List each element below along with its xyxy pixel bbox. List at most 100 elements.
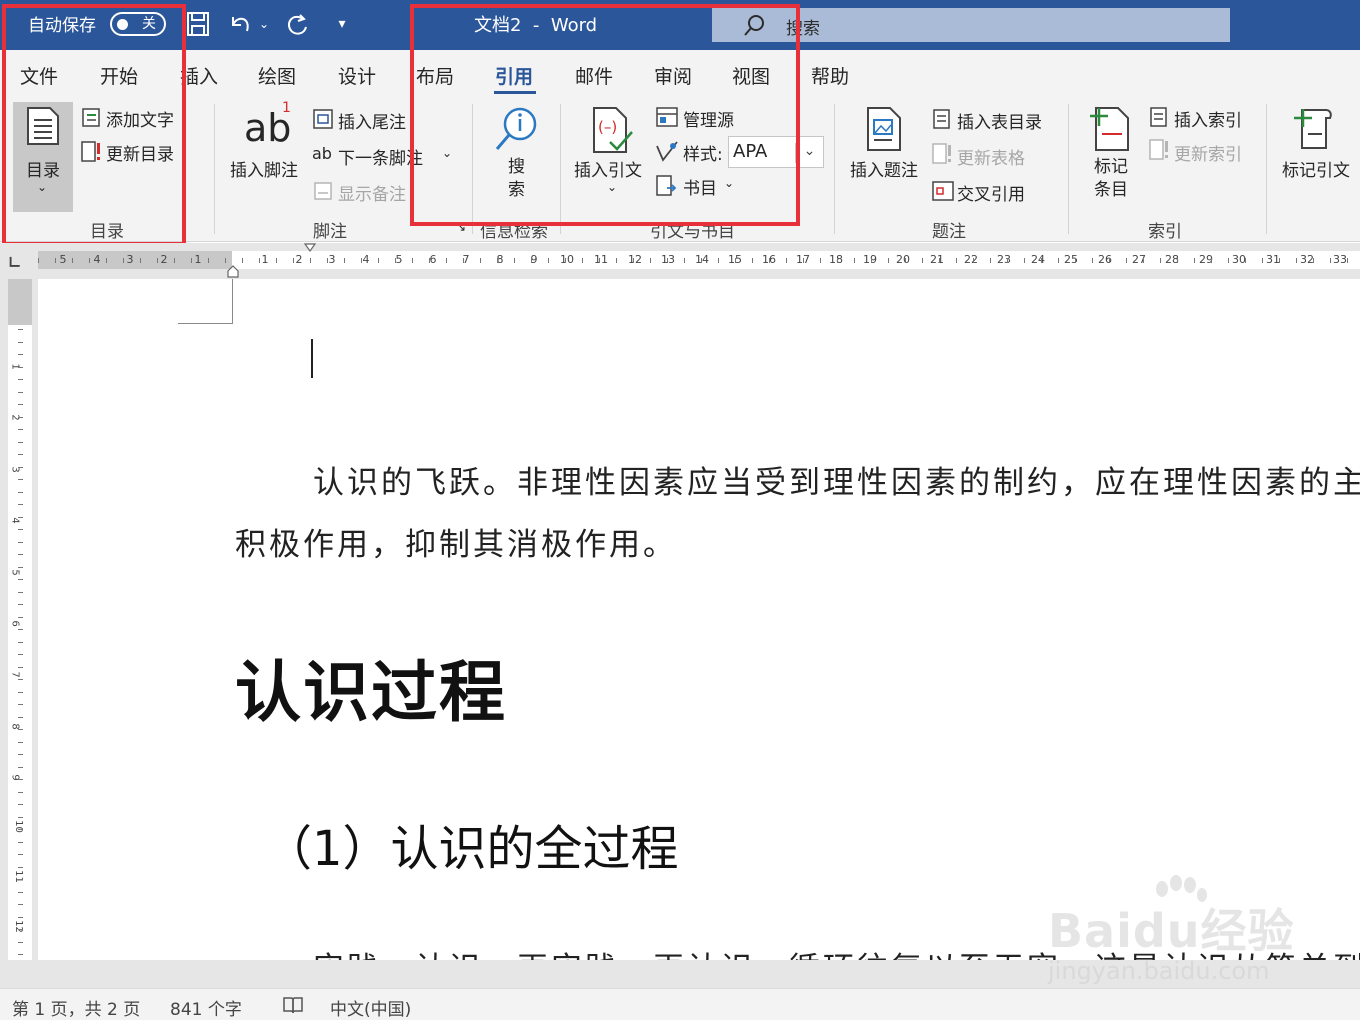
update-table-icon <box>932 143 951 164</box>
tab-references[interactable]: 引用 <box>495 62 533 89</box>
update-index-button[interactable]: 更新索引 <box>1174 140 1242 165</box>
vertical-ruler[interactable]: 1 2 3 4 5 6 7 8 9 10 11 12 <box>0 279 38 960</box>
search-icon <box>744 15 764 36</box>
group-label-research: 信息检索 <box>480 222 548 242</box>
cross-reference-button[interactable]: 交叉引用 <box>957 180 1025 205</box>
ruler-tick <box>548 258 549 263</box>
ruler-tick <box>18 866 23 868</box>
citation-style-value: APA <box>733 141 768 162</box>
update-table-button[interactable]: 更新表格 <box>957 144 1025 169</box>
ruler-tick <box>18 329 23 330</box>
autosave-state: 关 <box>142 16 156 32</box>
body-paragraph[interactable]: 积极作用，抑制其消极作用。 <box>235 519 677 564</box>
ruler-tick <box>871 258 872 263</box>
document-title: 文档2 - Word <box>474 15 598 36</box>
customize-qat-icon[interactable]: ▾ <box>328 9 356 39</box>
insert-caption-icon <box>867 107 901 151</box>
search-button[interactable]: 搜索 <box>508 156 528 202</box>
save-icon[interactable] <box>184 9 212 39</box>
chevron-down-icon[interactable]: ⌄ <box>795 143 823 163</box>
mark-entry-button[interactable]: 标记条目 <box>1094 156 1130 202</box>
tab-review[interactable]: 审阅 <box>654 62 692 89</box>
ruler-tick <box>395 258 396 263</box>
ruler-tick <box>259 258 260 263</box>
insert-index-icon <box>1150 107 1167 127</box>
insert-footnote-button[interactable]: 插入脚注 <box>230 156 298 181</box>
ruler-tick <box>769 258 770 263</box>
add-text-button[interactable]: 添加文字 <box>106 106 174 131</box>
citation-style-select[interactable]: APA ⌄ <box>728 136 824 168</box>
redo-icon[interactable] <box>283 9 311 39</box>
tab-view[interactable]: 视图 <box>732 62 770 89</box>
mark-citation-button[interactable]: 标记引文 <box>1282 156 1350 181</box>
chevron-down-icon[interactable]: ⌄ <box>442 146 452 160</box>
body-paragraph[interactable]: 认识的飞跃。非理性因素应当受到理性因素的制约，应在理性因素的主导 <box>313 457 1360 502</box>
chevron-down-icon[interactable]: ⌄ <box>724 176 734 190</box>
document-page[interactable]: 认识的飞跃。非理性因素应当受到理性因素的制约，应在理性因素的主导 积极作用，抑制… <box>38 279 1360 960</box>
bibliography-button[interactable]: 书目 <box>683 174 717 199</box>
manage-sources-button[interactable]: 管理源 <box>683 106 734 131</box>
ruler-tick <box>191 258 192 263</box>
ruler-tick <box>18 779 23 780</box>
horizontal-ruler[interactable]: ∟ 5 4 3 2 1 1 2 3 4 5 6 7 8 9 10 11 12 1… <box>0 243 1360 279</box>
ruler-tick <box>531 258 532 263</box>
ruler-tick <box>18 554 23 555</box>
show-notes-button[interactable]: 显示备注 <box>338 180 406 205</box>
insert-table-of-figures-button[interactable]: 插入表目录 <box>957 108 1042 133</box>
tab-layout[interactable]: 布局 <box>416 62 454 89</box>
vertical-ruler-top-margin <box>8 279 32 325</box>
tab-file[interactable]: 文件 <box>20 62 58 89</box>
update-toc-button[interactable]: 更新目录 <box>106 140 174 165</box>
ruler-tick <box>1177 258 1178 263</box>
ruler-tick <box>684 258 685 263</box>
ruler-number: 10 <box>560 253 574 266</box>
group-label-footnotes: 脚注 <box>313 222 347 242</box>
language[interactable]: 中文(中国) <box>330 995 411 1020</box>
first-line-indent-marker-icon[interactable] <box>303 243 317 255</box>
word-count[interactable]: 841 个字 <box>170 995 242 1020</box>
ruler-tick <box>18 691 23 693</box>
heading-2[interactable]: （1）认识的全过程 <box>264 809 679 879</box>
ruler-tick <box>18 429 23 430</box>
ruler-tick <box>157 258 158 263</box>
ruler-tick <box>429 258 430 263</box>
bibliography-icon <box>656 175 677 196</box>
undo-dropdown-icon[interactable]: ⌄ <box>256 9 272 39</box>
ruler-tick <box>18 466 23 468</box>
insert-endnote-button[interactable]: 插入尾注 <box>338 108 406 133</box>
heading-1[interactable]: 认识过程 <box>235 639 507 735</box>
insert-caption-button[interactable]: 插入题注 <box>850 156 918 181</box>
page-count[interactable]: 第 1 页，共 2 页 <box>12 995 140 1020</box>
ruler-tick <box>820 258 821 263</box>
ruler-tick <box>582 258 583 263</box>
toc-button-label: 目录 <box>26 161 60 181</box>
undo-icon[interactable] <box>226 9 254 39</box>
ruler-tick <box>667 258 668 263</box>
search-input[interactable]: 搜索 <box>712 8 1230 42</box>
ruler-tick <box>18 591 23 593</box>
ruler-tick <box>18 579 23 580</box>
tab-home[interactable]: 开始 <box>100 62 138 89</box>
insert-index-button[interactable]: 插入索引 <box>1174 106 1242 131</box>
next-footnote-button[interactable]: 下一条脚注 <box>338 144 423 169</box>
tab-insert[interactable]: 插入 <box>180 62 218 89</box>
tab-selector-icon[interactable]: ∟ <box>8 254 26 272</box>
ruler-tick <box>514 258 515 263</box>
left-indent-marker-icon[interactable] <box>226 265 240 279</box>
autosave-toggle[interactable]: 关 <box>110 12 166 36</box>
proofing-book-icon[interactable] <box>282 995 304 1015</box>
tab-draw[interactable]: 绘图 <box>258 62 296 89</box>
toggle-knob <box>117 19 128 30</box>
tab-help[interactable]: 帮助 <box>811 62 849 89</box>
insert-citation-button[interactable]: 插入引文 <box>574 156 642 181</box>
dialog-launcher-icon[interactable]: ↘ <box>456 220 466 234</box>
tab-mailings[interactable]: 邮件 <box>575 62 613 89</box>
ruler-number: 27 <box>1132 253 1146 266</box>
ruler-tick <box>18 941 23 943</box>
ruler-tick <box>956 258 957 263</box>
tab-design[interactable]: 设计 <box>338 62 376 89</box>
ruler-number: 30 <box>1232 253 1246 266</box>
show-notes-icon <box>314 182 332 200</box>
svg-text:(–): (–) <box>598 118 617 136</box>
ruler-tick <box>361 258 362 263</box>
